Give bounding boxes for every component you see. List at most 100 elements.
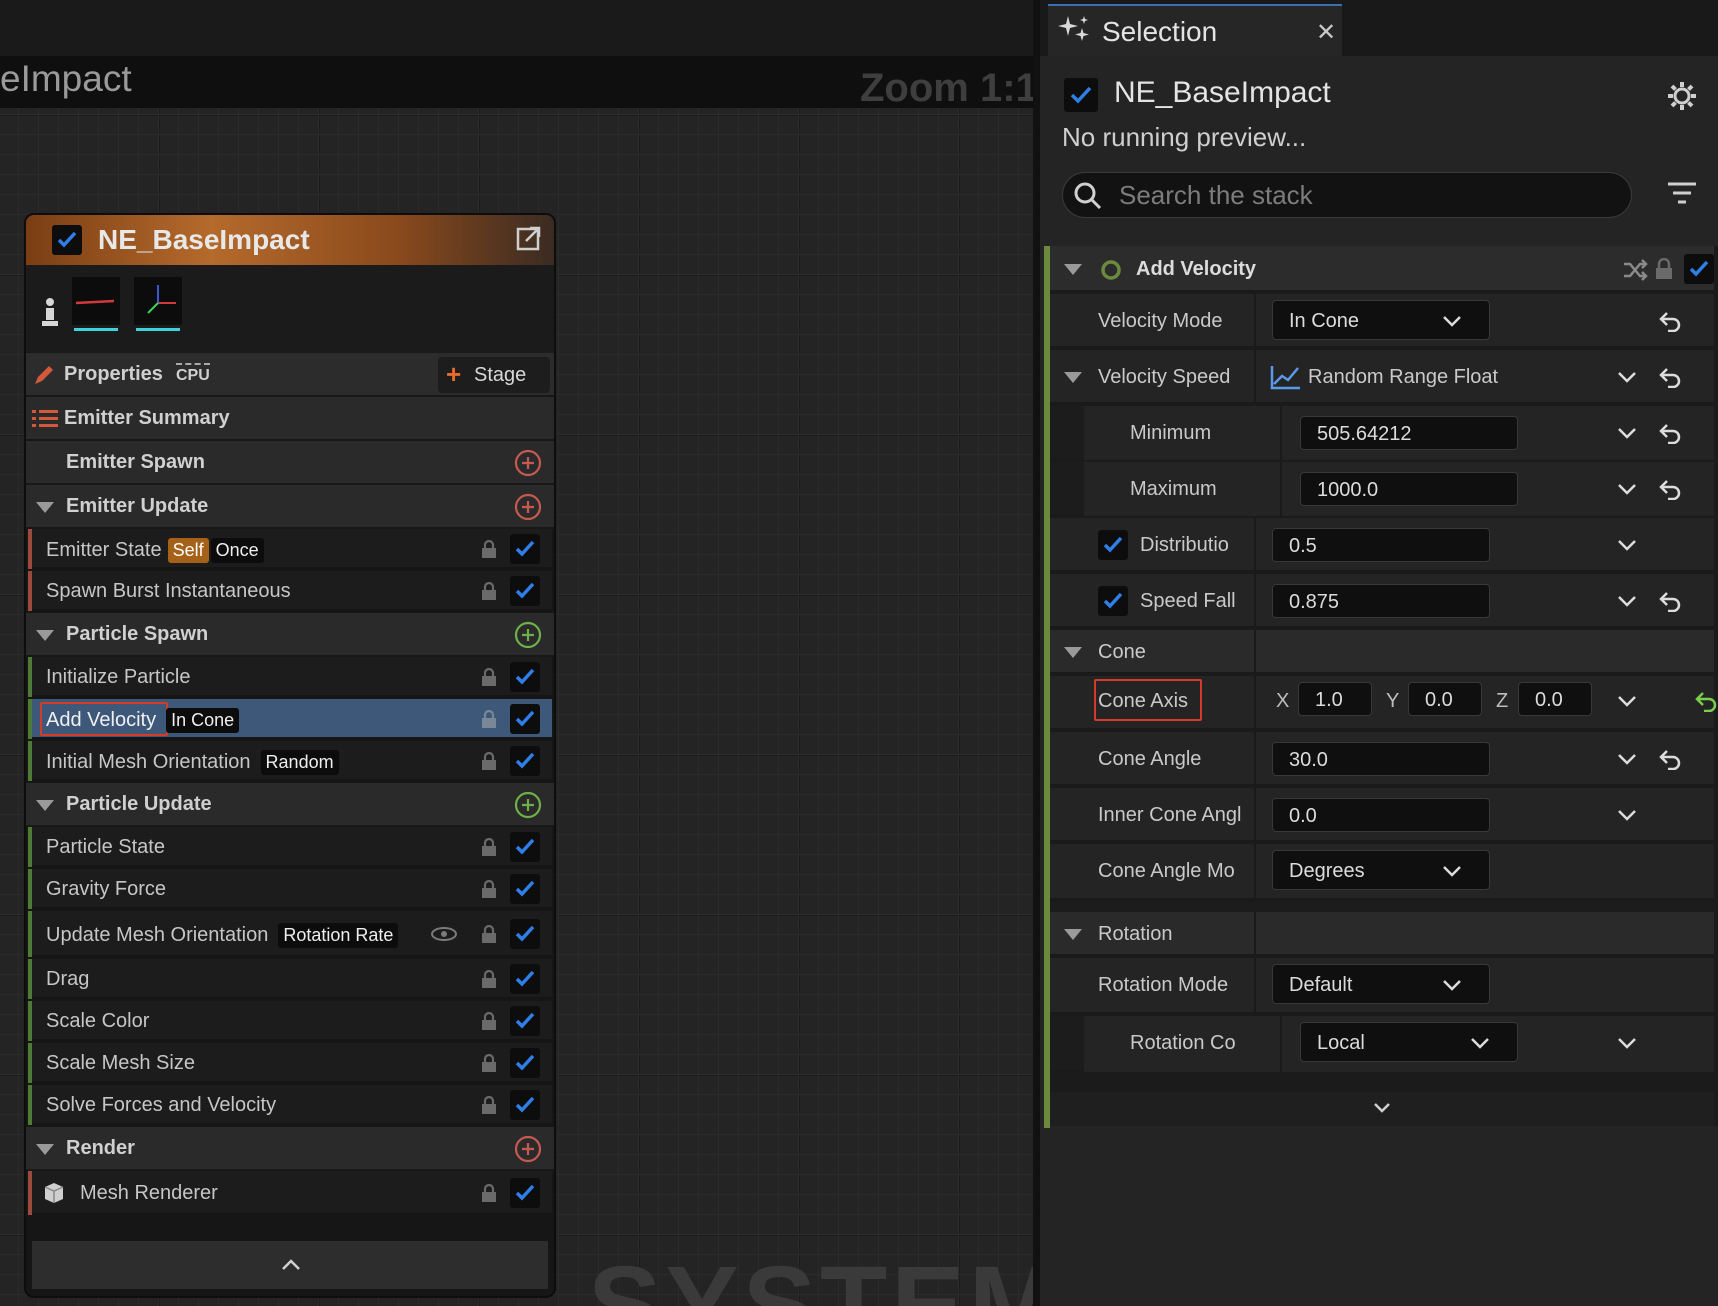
cone-axis-x-field[interactable]: [1298, 682, 1380, 716]
add-module-icon[interactable]: [514, 449, 542, 477]
module-enable-checkbox[interactable]: [510, 746, 540, 776]
lock-icon[interactable]: [480, 969, 498, 989]
collapse-node-button[interactable]: [32, 1241, 548, 1289]
chevron-down-icon[interactable]: [1616, 804, 1638, 826]
module-spawn-burst[interactable]: Spawn Burst Instantaneous: [28, 571, 552, 611]
row-velocity-speed[interactable]: Velocity Speed Random Range Float: [1050, 350, 1714, 404]
lock-icon[interactable]: [480, 1011, 498, 1031]
module-enable-checkbox[interactable]: [510, 1048, 540, 1078]
row-cone-angle[interactable]: Cone Angle: [1050, 732, 1714, 786]
rotation-coord-dropdown[interactable]: Local: [1300, 1022, 1518, 1062]
chevron-down-icon[interactable]: [1616, 590, 1638, 612]
distribution-input[interactable]: [1289, 533, 1484, 559]
properties-bar[interactable]: Properties CPU + Stage: [26, 353, 554, 397]
chevron-down-icon[interactable]: [1616, 1032, 1638, 1054]
reset-icon[interactable]: [1694, 690, 1718, 712]
chevron-down-icon[interactable]: [1616, 366, 1638, 388]
row-rotation-mode[interactable]: Rotation Mode Default: [1050, 958, 1714, 1014]
param-enable-checkbox[interactable]: [1098, 530, 1128, 560]
collapse-arrow-icon[interactable]: [36, 800, 54, 811]
chevron-down-icon[interactable]: [1616, 534, 1638, 556]
cone-axis-z-field[interactable]: [1518, 682, 1600, 716]
module-enable-checkbox[interactable]: [510, 919, 540, 949]
particle-update-section[interactable]: Particle Update: [26, 783, 554, 827]
panel-splitter[interactable]: [1033, 0, 1040, 1306]
emitter-node[interactable]: NE_BaseImpact Properties CPU + Stage Emi…: [24, 213, 556, 1298]
emitter-enable-checkbox[interactable]: [1064, 78, 1098, 112]
close-icon[interactable]: ✕: [1316, 18, 1336, 47]
module-initial-mesh-orientation[interactable]: Initial Mesh Orientation Random: [28, 741, 552, 781]
collapse-arrow-icon[interactable]: [36, 502, 54, 513]
chevron-down-icon[interactable]: [1616, 748, 1638, 770]
lock-icon[interactable]: [480, 879, 498, 899]
module-enable-checkbox[interactable]: [510, 662, 540, 692]
row-cone-angle-mode[interactable]: Cone Angle Mo Degrees: [1050, 844, 1714, 900]
group-rotation[interactable]: Rotation: [1050, 912, 1714, 956]
collapse-arrow-icon[interactable]: [1064, 264, 1082, 275]
particle-spawn-section[interactable]: Particle Spawn: [26, 613, 554, 657]
node-header[interactable]: NE_BaseImpact: [26, 215, 554, 265]
lock-icon[interactable]: [480, 1183, 498, 1203]
cone-angle-mode-dropdown[interactable]: Degrees: [1272, 850, 1490, 890]
eye-icon[interactable]: [430, 926, 458, 942]
maximum-field[interactable]: [1300, 472, 1518, 506]
inner-cone-angle-field[interactable]: [1272, 798, 1490, 832]
thumbnail-axes[interactable]: [134, 277, 182, 331]
cone-axis-y-field[interactable]: [1408, 682, 1490, 716]
cone-angle-input[interactable]: [1289, 747, 1484, 773]
inner-cone-angle-input[interactable]: [1289, 803, 1484, 829]
module-enable-checkbox[interactable]: [510, 1090, 540, 1120]
reset-icon[interactable]: [1658, 422, 1682, 444]
module-particle-state[interactable]: Particle State: [28, 827, 552, 867]
node-enable-checkbox[interactable]: [52, 225, 82, 255]
module-scale-mesh-size[interactable]: Scale Mesh Size: [28, 1043, 552, 1083]
lock-icon[interactable]: [480, 751, 498, 771]
row-cone-axis[interactable]: Cone Axis X Y Z: [1050, 676, 1717, 730]
lock-icon[interactable]: [480, 837, 498, 857]
distribution-field[interactable]: [1272, 528, 1490, 562]
row-rotation-coordinate-space[interactable]: Rotation Co Local: [1050, 1016, 1714, 1072]
collapse-arrow-icon[interactable]: [36, 1144, 54, 1155]
add-stage-button[interactable]: + Stage: [438, 357, 550, 393]
module-drag[interactable]: Drag: [28, 959, 552, 999]
filter-icon[interactable]: [1666, 180, 1698, 208]
cone-angle-field[interactable]: [1272, 742, 1490, 776]
emitter-summary-section[interactable]: Emitter Summary: [26, 397, 554, 441]
module-mesh-renderer[interactable]: Mesh Renderer: [28, 1171, 552, 1215]
module-enable-checkbox[interactable]: [510, 964, 540, 994]
module-enable-checkbox[interactable]: [510, 1006, 540, 1036]
row-speed-falloff[interactable]: Speed Fall: [1050, 574, 1714, 628]
lock-icon[interactable]: [480, 924, 498, 944]
lock-icon[interactable]: [480, 709, 498, 729]
add-module-icon[interactable]: [514, 493, 542, 521]
stack-search-bar[interactable]: [1062, 172, 1632, 218]
module-enable-checkbox[interactable]: [510, 832, 540, 862]
cone-axis-y-input[interactable]: [1425, 687, 1490, 713]
add-module-icon[interactable]: [514, 791, 542, 819]
lock-icon[interactable]: [480, 1095, 498, 1115]
speed-falloff-input[interactable]: [1289, 589, 1484, 615]
chevron-down-icon[interactable]: [1616, 690, 1638, 712]
collapse-arrow-icon[interactable]: [1064, 929, 1082, 940]
speed-falloff-field[interactable]: [1272, 584, 1490, 618]
velocity-mode-dropdown[interactable]: In Cone: [1272, 300, 1490, 340]
module-enable-checkbox[interactable]: [510, 534, 540, 564]
module-update-mesh-orientation[interactable]: Update Mesh Orientation Rotation Rate: [28, 911, 552, 957]
collapse-arrow-icon[interactable]: [36, 630, 54, 641]
minimum-field[interactable]: [1300, 416, 1518, 450]
module-enable-checkbox[interactable]: [510, 874, 540, 904]
chevron-down-icon[interactable]: [1616, 422, 1638, 444]
maximum-input[interactable]: [1317, 477, 1512, 503]
lock-icon[interactable]: [480, 581, 498, 601]
reset-icon[interactable]: [1658, 366, 1682, 388]
add-module-icon[interactable]: [514, 621, 542, 649]
minimum-input[interactable]: [1317, 421, 1512, 447]
rotation-mode-dropdown[interactable]: Default: [1272, 964, 1490, 1004]
shuffle-icon[interactable]: [1622, 259, 1648, 281]
reset-icon[interactable]: [1658, 478, 1682, 500]
emitter-update-section[interactable]: Emitter Update: [26, 485, 554, 529]
module-enable-checkbox[interactable]: [510, 704, 540, 734]
row-velocity-mode[interactable]: Velocity Mode In Cone: [1050, 294, 1714, 348]
cone-axis-x-input[interactable]: [1315, 687, 1380, 713]
lock-icon[interactable]: [1654, 258, 1674, 280]
